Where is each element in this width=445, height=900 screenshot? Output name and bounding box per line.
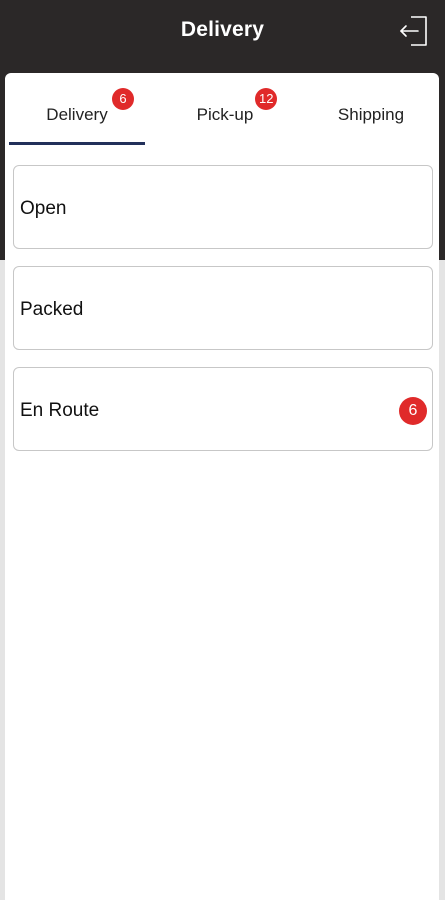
status-card-en-route[interactable]: En Route 6	[13, 367, 433, 451]
app-screen: Delivery Delivery 6 Pick-up 12 Shipping	[0, 0, 445, 900]
tab-pick-up[interactable]: Pick-up 12	[155, 73, 295, 147]
status-card-open[interactable]: Open	[13, 165, 433, 249]
status-label-packed: Packed	[20, 299, 84, 320]
logout-icon	[400, 16, 427, 46]
tab-shipping-label: Shipping	[337, 105, 405, 124]
logout-button[interactable]	[399, 14, 429, 48]
active-tab-indicator	[9, 142, 145, 145]
tab-pick-up-label: Pick-up	[196, 105, 254, 124]
status-card-packed[interactable]: Packed	[13, 266, 433, 350]
tab-bar: Delivery 6 Pick-up 12 Shipping	[5, 73, 439, 147]
status-label-en-route: En Route	[20, 400, 100, 421]
tab-shipping[interactable]: Shipping	[303, 73, 439, 147]
status-label-open: Open	[20, 198, 67, 219]
page-title: Delivery	[180, 18, 265, 41]
tab-delivery[interactable]: Delivery 6	[9, 73, 145, 147]
tab-delivery-badge: 6	[112, 88, 134, 110]
status-count-badge: 6	[399, 397, 427, 425]
content-panel: Delivery 6 Pick-up 12 Shipping Open Pack…	[5, 73, 439, 900]
